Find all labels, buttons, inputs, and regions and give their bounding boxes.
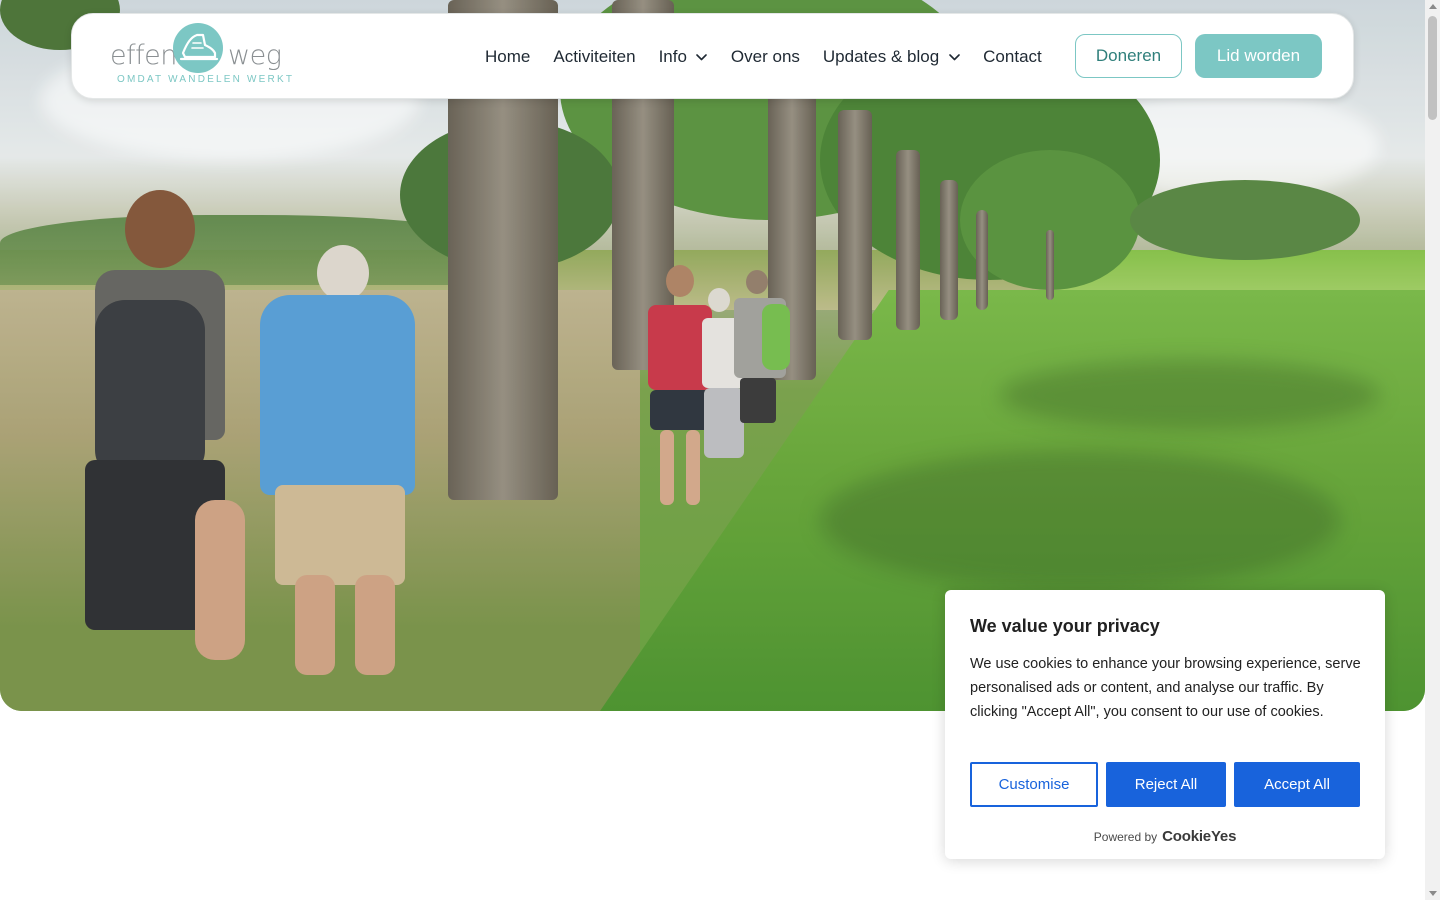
cookie-banner-body: We use cookies to enhance your browsing …: [970, 656, 1361, 720]
powered-by-label: Powered by: [1093, 830, 1158, 844]
scroll-down-arrow-icon[interactable]: [1428, 891, 1437, 896]
scroll-up-arrow-icon[interactable]: [1428, 4, 1437, 9]
logo-word-weg: weg: [228, 40, 282, 71]
nav-item-home[interactable]: Home: [485, 47, 530, 67]
nav-item-info[interactable]: Info: [659, 47, 708, 67]
donate-button[interactable]: Doneren: [1075, 34, 1182, 78]
cookieyes-logo: CookieYes: [1162, 828, 1237, 845]
nav-item-over-ons[interactable]: Over ons: [731, 47, 800, 67]
accept-all-button[interactable]: Accept All: [1234, 762, 1360, 807]
site-logo[interactable]: effen weg OMDAT WANDELEN WERKT: [110, 22, 292, 88]
main-navigation: Home Activiteiten Info Over ons Updates …: [485, 14, 1065, 100]
customise-button[interactable]: Customise: [970, 762, 1098, 807]
cookie-consent-banner: We value your privacy We use cookies to …: [945, 590, 1385, 859]
become-member-button[interactable]: Lid worden: [1195, 34, 1322, 78]
nav-item-updates-blog[interactable]: Updates & blog: [823, 47, 960, 67]
nav-item-label: Home: [485, 47, 531, 66]
logo-word-effen: effen: [110, 40, 177, 71]
nav-item-label: Updates & blog: [822, 47, 940, 66]
nav-item-label: Activiteiten: [553, 47, 636, 66]
site-header: effen weg OMDAT WANDELEN WERKT Home Acti…: [71, 13, 1354, 99]
reject-all-button[interactable]: Reject All: [1106, 762, 1226, 807]
chevron-down-icon: [696, 51, 708, 63]
scrollbar-thumb[interactable]: [1428, 16, 1437, 120]
nav-item-label: Over ons: [730, 47, 800, 66]
logo-tagline: OMDAT WANDELEN WERKT: [117, 74, 295, 85]
logo-shoe-icon: [173, 23, 223, 73]
page-scrollbar[interactable]: [1425, 0, 1440, 900]
nav-item-activiteiten[interactable]: Activiteiten: [553, 47, 635, 67]
nav-item-label: Info: [658, 47, 687, 66]
powered-by-cookieyes[interactable]: Powered by CookieYes: [945, 828, 1385, 845]
nav-item-label: Contact: [983, 47, 1042, 66]
cookie-banner-title: We value your privacy: [970, 616, 1160, 636]
chevron-down-icon: [948, 51, 960, 63]
nav-item-contact[interactable]: Contact: [983, 47, 1042, 67]
